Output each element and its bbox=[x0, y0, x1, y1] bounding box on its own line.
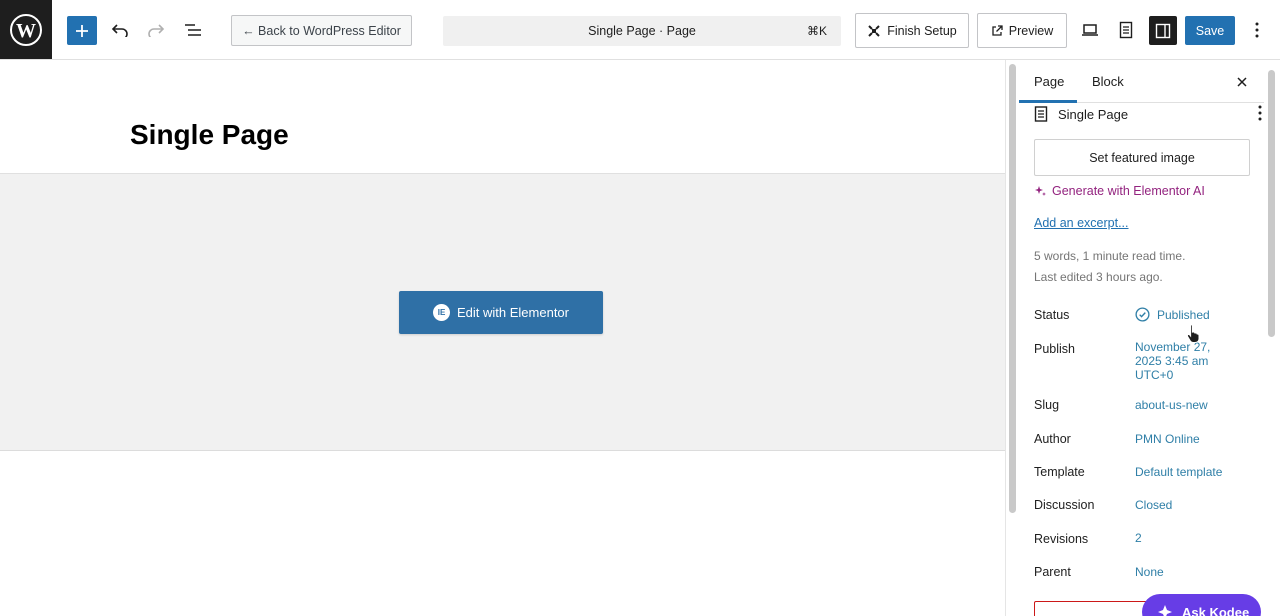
editor-canvas: Single Page IE Edit with Elementor bbox=[0, 60, 1005, 616]
document-name: Single Page bbox=[1058, 106, 1129, 122]
finish-setup-icon bbox=[868, 24, 880, 37]
settings-sidebar: Page Block Single Page Set featured imag… bbox=[1019, 60, 1280, 616]
finish-setup-label: Finish Setup bbox=[887, 23, 957, 38]
device-preview-button[interactable] bbox=[1077, 17, 1103, 43]
elementor-icon: IE bbox=[433, 304, 450, 321]
parent-label: Parent bbox=[1034, 565, 1071, 579]
sidebar-icon bbox=[1155, 23, 1171, 38]
page-title[interactable]: Single Page bbox=[130, 119, 289, 151]
author-value[interactable]: PMN Online bbox=[1135, 432, 1200, 446]
desktop-icon bbox=[1082, 24, 1098, 36]
edit-with-elementor-button[interactable]: IE Edit with Elementor bbox=[399, 291, 603, 334]
kodee-icon bbox=[1158, 605, 1172, 616]
discussion-value[interactable]: Closed bbox=[1135, 498, 1172, 512]
parent-value[interactable]: None bbox=[1135, 565, 1164, 579]
sparkle-icon bbox=[1035, 186, 1046, 196]
svg-text:W: W bbox=[16, 20, 36, 42]
elementor-placeholder: IE Edit with Elementor bbox=[0, 173, 1005, 451]
plus-icon bbox=[76, 24, 88, 37]
revisions-value[interactable]: 2 bbox=[1135, 531, 1142, 545]
command-center[interactable]: Single Page · Page ⌘K bbox=[443, 16, 841, 46]
list-view-icon bbox=[185, 24, 201, 36]
shortcut-hint: ⌘K bbox=[806, 24, 827, 38]
slug-value[interactable]: about-us-new bbox=[1135, 398, 1208, 412]
sidebar-scrollbar-thumb[interactable] bbox=[1268, 70, 1275, 337]
editor-toolbar: W ← Back to WordPress Editor Single Page… bbox=[0, 0, 1280, 60]
preview-button[interactable]: Preview bbox=[977, 13, 1067, 48]
undo-button[interactable] bbox=[107, 17, 133, 43]
sidebar-tabs: Page Block bbox=[1019, 60, 1264, 103]
author-label: Author bbox=[1034, 432, 1071, 446]
slug-label: Slug bbox=[1034, 398, 1060, 412]
page-icon bbox=[1034, 106, 1048, 122]
settings-sidebar-toggle[interactable] bbox=[1149, 16, 1177, 45]
document-icon bbox=[1119, 21, 1133, 39]
document-overview-button[interactable] bbox=[1113, 17, 1139, 43]
tab-block[interactable]: Block bbox=[1092, 74, 1124, 89]
document-title: Single Page · Page bbox=[588, 24, 696, 38]
sidebar-scrollbar[interactable] bbox=[1266, 64, 1276, 616]
document-header: Single Page bbox=[1034, 104, 1262, 124]
external-link-icon bbox=[992, 24, 1003, 36]
add-excerpt-link[interactable]: Add an excerpt... bbox=[1034, 216, 1129, 230]
undo-icon bbox=[111, 24, 128, 37]
template-value[interactable]: Default template bbox=[1135, 465, 1222, 479]
publish-label: Publish bbox=[1034, 342, 1075, 356]
canvas-scrollbar-thumb[interactable] bbox=[1009, 64, 1016, 513]
status-label: Status bbox=[1034, 308, 1070, 322]
active-tab-indicator bbox=[1019, 100, 1077, 103]
generate-with-elementor-ai-link[interactable]: Generate with Elementor AI bbox=[1034, 184, 1205, 198]
status-value-text: Published bbox=[1157, 307, 1210, 322]
close-sidebar-button[interactable] bbox=[1232, 72, 1252, 92]
kebab-icon bbox=[1255, 22, 1259, 38]
edit-with-elementor-label: Edit with Elementor bbox=[457, 305, 569, 320]
list-view-button[interactable] bbox=[180, 17, 206, 43]
back-to-wordpress-editor-button[interactable]: ← Back to WordPress Editor bbox=[231, 15, 412, 46]
preview-label: Preview bbox=[1008, 23, 1054, 38]
hand-cursor-icon bbox=[1186, 324, 1200, 343]
last-edited-text: Last edited 3 hours ago. bbox=[1034, 270, 1163, 284]
close-icon bbox=[1237, 77, 1247, 87]
ask-kodee-button[interactable]: Ask Kodee bbox=[1142, 594, 1261, 616]
kebab-icon[interactable] bbox=[1258, 105, 1262, 121]
finish-setup-button[interactable]: Finish Setup bbox=[855, 13, 969, 48]
options-menu-button[interactable] bbox=[1245, 17, 1269, 43]
revisions-label: Revisions bbox=[1034, 532, 1089, 546]
wordpress-logo[interactable]: W bbox=[0, 0, 52, 59]
word-count-text: 5 words, 1 minute read time. bbox=[1034, 249, 1186, 263]
publish-date-value[interactable]: November 27, 2025 3:45 am UTC+0 bbox=[1135, 340, 1225, 382]
discussion-label: Discussion bbox=[1034, 498, 1095, 512]
ask-kodee-label: Ask Kodee bbox=[1182, 604, 1250, 616]
redo-button[interactable] bbox=[143, 17, 169, 43]
redo-icon bbox=[148, 24, 165, 37]
check-circle-icon bbox=[1135, 307, 1150, 322]
add-block-button[interactable] bbox=[67, 16, 97, 45]
canvas-scrollbar[interactable] bbox=[1005, 60, 1019, 616]
ai-link-label: Generate with Elementor AI bbox=[1052, 184, 1205, 198]
save-button[interactable]: Save bbox=[1185, 16, 1235, 45]
tab-page[interactable]: Page bbox=[1034, 74, 1064, 89]
template-label: Template bbox=[1034, 465, 1085, 479]
status-value[interactable]: Published bbox=[1135, 307, 1210, 322]
set-featured-image-button[interactable]: Set featured image bbox=[1034, 139, 1250, 176]
